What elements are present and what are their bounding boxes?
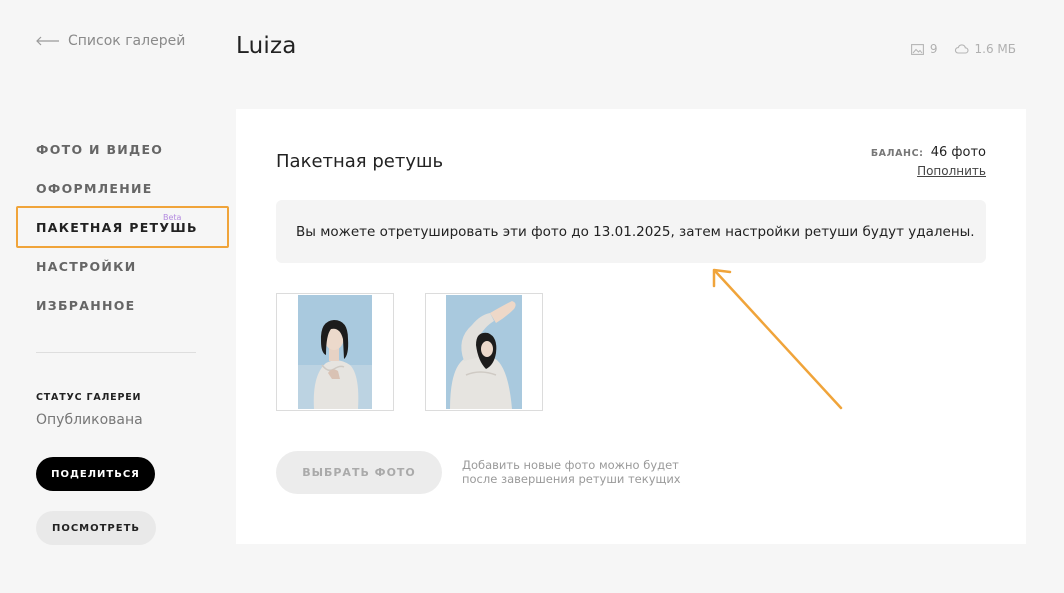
balance-value: 46 фото <box>930 145 986 160</box>
photo-thumbnail <box>298 295 372 409</box>
storage-stat: 1.6 МБ <box>954 42 1016 56</box>
select-photos-hint: Добавить новые фото можно будет после за… <box>462 458 681 486</box>
balance-label: БАЛАНС: <box>870 148 924 159</box>
share-button[interactable]: ПОДЕЛИТЬСЯ <box>36 457 155 491</box>
retouch-deadline-notice: Вы можете отретушировать эти фото до 13.… <box>276 200 986 263</box>
nav-item-label: НАСТРОЙКИ <box>36 259 137 274</box>
panel-title: Пакетная ретушь <box>276 151 444 172</box>
photo-thumbnail <box>446 295 522 409</box>
beta-badge: Beta <box>163 213 182 222</box>
view-button[interactable]: ПОСМОТРЕТЬ <box>36 511 156 545</box>
sidebar-divider <box>36 352 196 353</box>
arrow-left-icon <box>36 36 59 46</box>
sidebar-nav: ФОТО И ВИДЕО ОФОРМЛЕНИЕ ПАКЕТНАЯ РЕТУШЬ … <box>0 130 230 325</box>
gallery-status-label: СТАТУС ГАЛЕРЕИ <box>36 392 142 403</box>
back-link-label: Список галерей <box>68 33 186 49</box>
gallery-title: Luiza <box>236 33 297 59</box>
photo-grid <box>276 293 543 411</box>
balance-block: БАЛАНС: 46 фото Пополнить <box>871 145 986 179</box>
top-up-link[interactable]: Пополнить <box>917 164 986 178</box>
storage-size: 1.6 МБ <box>974 42 1016 56</box>
batch-retouch-panel: Пакетная ретушь БАЛАНС: 46 фото Пополнит… <box>236 109 1026 544</box>
balance-line: БАЛАНС: 46 фото <box>871 145 986 160</box>
nav-item-label: ИЗБРАННОЕ <box>36 298 136 313</box>
photo-tile[interactable] <box>425 293 543 411</box>
photo-count-stat: 9 <box>910 42 938 56</box>
nav-item-label: ОФОРМЛЕНИЕ <box>36 181 153 196</box>
annotation-arrow-icon <box>712 268 843 410</box>
nav-item-favorites[interactable]: ИЗБРАННОЕ <box>0 286 230 325</box>
back-to-galleries-link[interactable]: Список галерей <box>36 33 185 49</box>
nav-item-design[interactable]: ОФОРМЛЕНИЕ <box>0 169 230 208</box>
select-photos-button[interactable]: ВЫБРАТЬ ФОТО <box>276 451 442 494</box>
gallery-stats: 9 1.6 МБ <box>910 42 1016 56</box>
gallery-status-value: Опубликована <box>36 412 143 428</box>
nav-item-photos-videos[interactable]: ФОТО И ВИДЕО <box>0 130 230 169</box>
nav-item-label: ФОТО И ВИДЕО <box>36 142 164 157</box>
cloud-icon <box>954 44 969 54</box>
photo-count: 9 <box>929 42 938 56</box>
nav-item-batch-retouch[interactable]: ПАКЕТНАЯ РЕТУШЬ Beta <box>16 206 229 248</box>
nav-item-settings[interactable]: НАСТРОЙКИ <box>0 247 230 286</box>
image-icon <box>910 43 924 55</box>
photo-tile[interactable] <box>276 293 394 411</box>
